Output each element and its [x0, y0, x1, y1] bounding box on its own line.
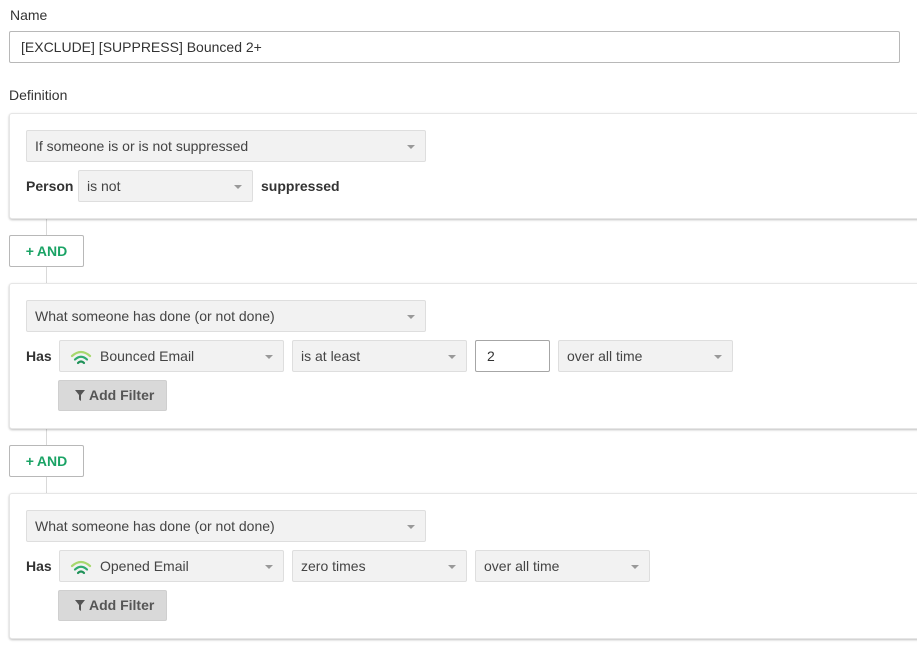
count-operator-select[interactable]: is at least	[292, 340, 467, 372]
person-label: Person	[26, 178, 74, 194]
caret-down-icon	[714, 355, 722, 359]
filter-icon	[75, 390, 85, 401]
condition-type-value: What someone has done (or not done)	[35, 518, 275, 534]
caret-down-icon	[631, 565, 639, 569]
timeframe-value: over all time	[567, 348, 643, 364]
caret-down-icon	[448, 355, 456, 359]
operator-value: is at least	[301, 348, 361, 364]
connector-line	[46, 267, 47, 283]
condition-type-select[interactable]: What someone has done (or not done)	[26, 510, 426, 542]
timeframe-select[interactable]: over all time	[558, 340, 733, 372]
operator-value: zero times	[301, 558, 366, 574]
caret-down-icon	[448, 565, 456, 569]
metric-select[interactable]: Opened Email	[59, 550, 284, 582]
plus-icon: +	[25, 453, 34, 469]
suppression-operator-select[interactable]: is not	[78, 170, 253, 202]
caret-down-icon	[407, 315, 415, 319]
segment-name-input[interactable]: [EXCLUDE] [SUPPRESS] Bounced 2+	[9, 31, 900, 63]
count-input[interactable]: 2	[475, 340, 550, 372]
caret-down-icon	[407, 525, 415, 529]
and-button-label: AND	[36, 453, 68, 469]
definition-label: Definition	[9, 87, 68, 103]
condition-block-3: What someone has done (or not done) Has …	[9, 493, 917, 639]
email-signal-icon	[70, 560, 92, 575]
connector-line	[46, 429, 47, 445]
condition-type-value: If someone is or is not suppressed	[35, 138, 249, 154]
count-operator-select[interactable]: zero times	[292, 550, 467, 582]
add-filter-label: Add Filter	[89, 597, 155, 613]
condition-type-select[interactable]: If someone is or is not suppressed	[26, 130, 426, 162]
email-signal-icon	[70, 350, 92, 365]
condition-block-1: If someone is or is not suppressed Perso…	[9, 113, 917, 219]
metric-select[interactable]: Bounced Email	[59, 340, 284, 372]
has-label: Has	[26, 558, 52, 574]
name-label: Name	[10, 7, 48, 23]
condition-type-select[interactable]: What someone has done (or not done)	[26, 300, 426, 332]
and-button-label: AND	[36, 243, 68, 259]
caret-down-icon	[407, 145, 415, 149]
plus-icon: +	[25, 243, 34, 259]
timeframe-value: over all time	[484, 558, 560, 574]
suppressed-text: suppressed	[261, 178, 340, 194]
caret-down-icon	[234, 185, 242, 189]
filter-icon	[75, 600, 85, 611]
add-filter-button[interactable]: Add Filter	[58, 380, 167, 411]
add-filter-label: Add Filter	[89, 387, 155, 403]
connector-line	[46, 219, 47, 235]
condition-type-value: What someone has done (or not done)	[35, 308, 275, 324]
caret-down-icon	[265, 355, 273, 359]
add-and-button[interactable]: + AND	[9, 235, 84, 267]
add-and-button[interactable]: + AND	[9, 445, 84, 477]
add-filter-button[interactable]: Add Filter	[58, 590, 167, 621]
has-label: Has	[26, 348, 52, 364]
caret-down-icon	[265, 565, 273, 569]
condition-block-2: What someone has done (or not done) Has …	[9, 283, 917, 429]
operator-value: is not	[87, 178, 121, 194]
timeframe-select[interactable]: over all time	[475, 550, 650, 582]
connector-line	[46, 477, 47, 493]
